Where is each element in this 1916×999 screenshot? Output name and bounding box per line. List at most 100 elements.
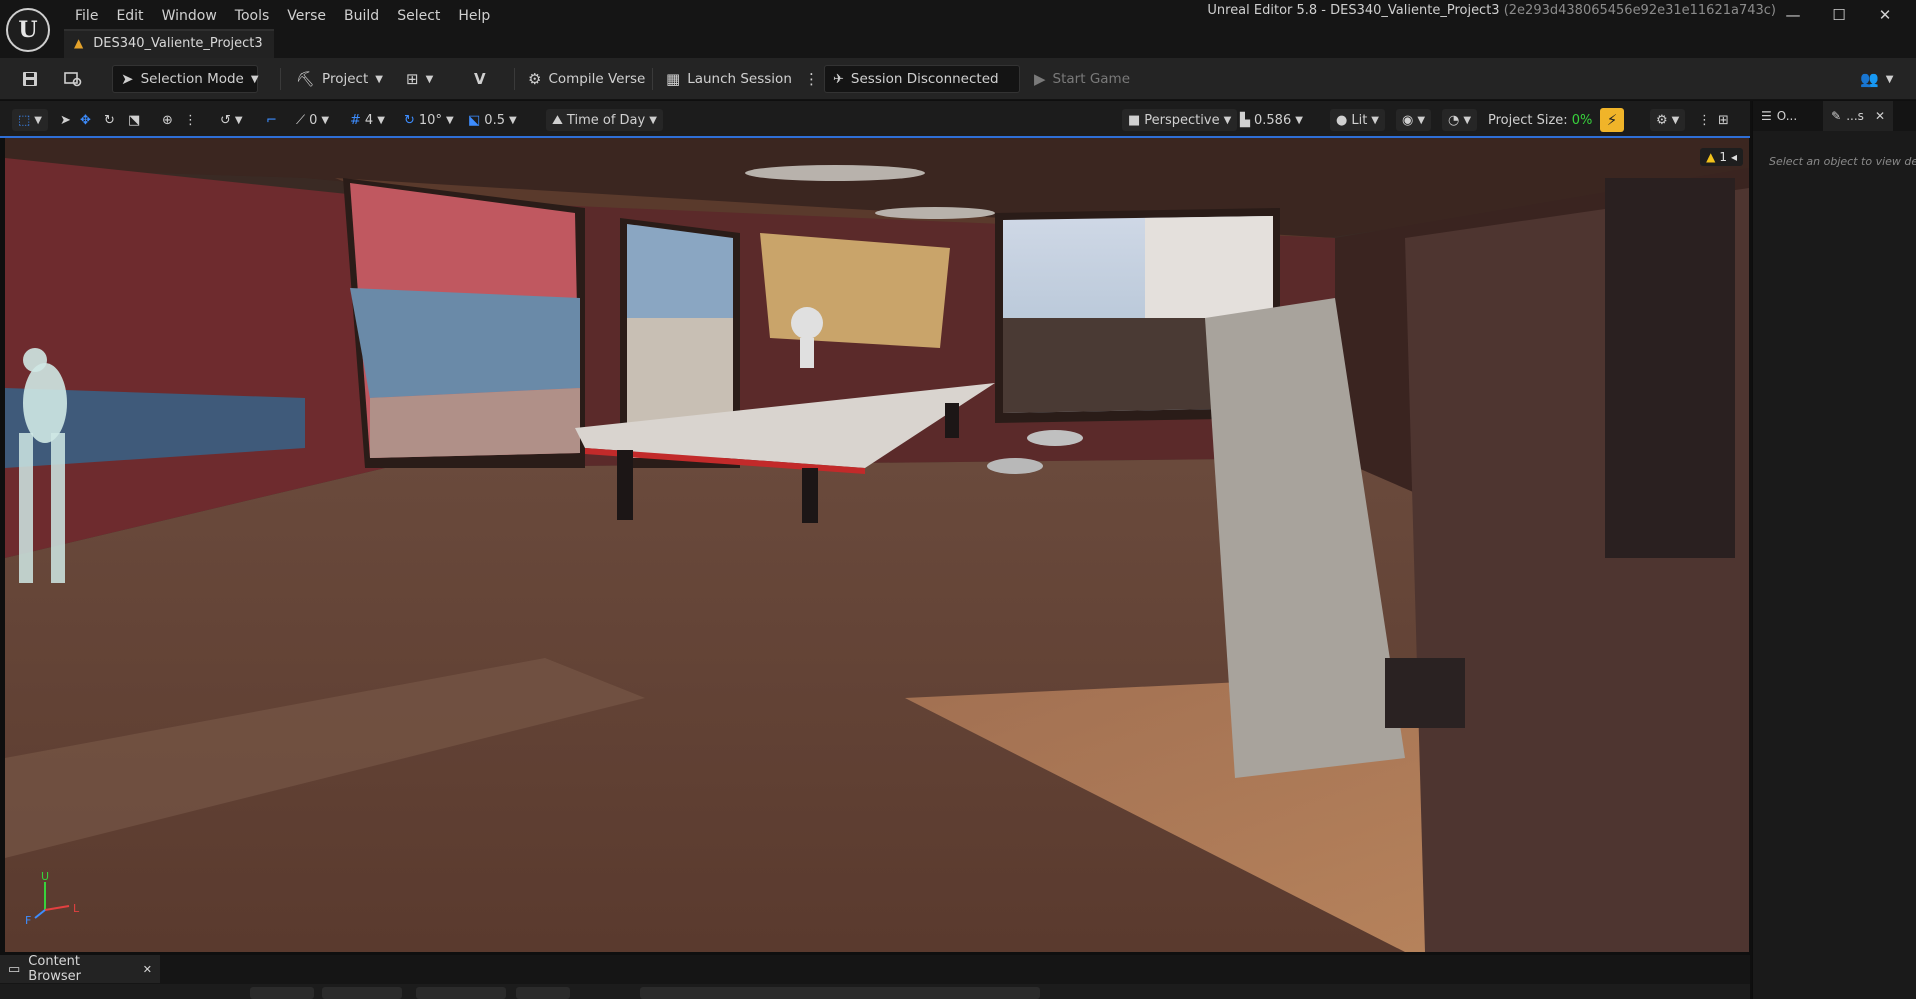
close-icon[interactable]: ✕ [1875, 109, 1885, 123]
show-dropdown[interactable]: ◉ ▼ [1396, 109, 1432, 131]
rotation-snap-icon: ⟋ [296, 112, 306, 128]
world-local-icon[interactable]: ⊕ [162, 109, 173, 131]
grid-icon: # [350, 112, 361, 128]
menu-build[interactable]: Build [335, 5, 388, 27]
menu-verse[interactable]: Verse [278, 5, 335, 27]
performance-dropdown[interactable]: ◔ ▼ [1442, 109, 1478, 131]
add-content-dropdown[interactable]: ⊞ ▼ [398, 65, 441, 93]
menu-file[interactable]: File [66, 5, 107, 27]
angle-snap-icon: ↻ [404, 112, 415, 128]
settings-button[interactable] [516, 987, 570, 999]
content-drawer-icon[interactable] [56, 65, 90, 93]
gear-icon: ⚙ [1656, 112, 1668, 128]
angle-snap-value: 10° [418, 112, 442, 128]
close-icon[interactable]: ✕ [143, 963, 152, 976]
verse-icon: V [474, 69, 486, 88]
menu-help[interactable]: Help [449, 5, 499, 27]
menu-select[interactable]: Select [388, 5, 449, 27]
realtime-toggle-icon[interactable]: ⚡ [1600, 108, 1624, 132]
close-button[interactable]: ✕ [1862, 4, 1908, 26]
chevron-down-icon: ▼ [1223, 114, 1232, 126]
start-game-button[interactable]: ▶ Start Game [1026, 65, 1138, 93]
project-tab[interactable]: ▲ DES340_Valiente_Project3 [64, 29, 274, 58]
view-mode-label: Lit [1351, 112, 1368, 128]
more-options-icon[interactable]: ⋮ [796, 65, 827, 93]
path-breadcrumb[interactable] [640, 987, 1040, 999]
details-tab-label: ...s [1846, 109, 1864, 123]
viewport-warning-badge[interactable]: ▲ 1 ◂ [1700, 148, 1743, 166]
surface-snap-dropdown[interactable]: ↺ ▼ [220, 109, 243, 131]
unreal-logo[interactable]: U [6, 8, 50, 52]
launch-session-button[interactable]: ▦ Launch Session [658, 65, 800, 93]
perspective-dropdown[interactable]: ■ Perspective ▼ [1122, 109, 1238, 131]
viewport-options-icon[interactable]: ⋮ [1698, 109, 1711, 131]
time-of-day-dropdown[interactable]: ⛰ Time of Day ▼ [546, 109, 663, 131]
menu-window[interactable]: Window [153, 5, 226, 27]
more-tools-icon[interactable]: ⋮ [184, 109, 197, 131]
multi-user-dropdown[interactable]: 👥 ▼ [1852, 65, 1901, 93]
save-all-button[interactable] [416, 987, 506, 999]
chevron-down-icon: ▼ [1671, 114, 1680, 126]
add-actor-icon: ⊞ [406, 69, 419, 88]
window-title: Unreal Editor 5.8 - DES340_Valiente_Proj… [1207, 3, 1776, 18]
compile-verse-button[interactable]: ⚙ Compile Verse [520, 65, 653, 93]
list-icon: ☰ [1761, 109, 1772, 123]
viewport-toolbar: ⬚ ▼ ➤ ✥ ↻ ⬔ ⊕ ⋮ ↺ ▼ ⌐ ⟋ 0 ▼ # 4 ▼ ↻ 10° … [0, 101, 1750, 138]
surface-snap-icon: ↺ [220, 112, 231, 128]
warning-count: 1 [1719, 150, 1727, 164]
menu-edit[interactable]: Edit [107, 5, 152, 27]
chevron-down-icon: ▼ [250, 73, 259, 85]
rotation-snap-dropdown[interactable]: ⟋ 0 ▼ [296, 109, 329, 131]
viewport-settings-dropdown[interactable]: ⚙ ▼ [1650, 109, 1686, 131]
grid-snap-value: 4 [364, 112, 374, 128]
disconnected-icon: ✈ [833, 71, 844, 87]
angle-snap-dropdown[interactable]: ↻ 10° ▼ [404, 109, 454, 131]
lit-sphere-icon: ● [1336, 112, 1348, 128]
project-icon: ⛏ [296, 69, 316, 88]
menu-bar: File Edit Window Tools Verse Build Selec… [66, 5, 499, 27]
view-mode-dropdown[interactable]: ● Lit ▼ [1330, 109, 1385, 131]
scale-icon[interactable]: ⬔ [128, 109, 140, 131]
chevron-down-icon: ▼ [649, 114, 657, 126]
translate-icon[interactable]: ✥ [80, 109, 91, 131]
grid-snap-dropdown[interactable]: # 4 ▼ [350, 109, 385, 131]
chevron-down-icon: ▼ [321, 114, 330, 126]
eye-icon: ◉ [1402, 112, 1414, 128]
save-icon[interactable] [14, 65, 46, 93]
verse-button[interactable]: V [466, 65, 494, 93]
camera-speed-dropdown[interactable]: ▙ 0.586 ▼ [1240, 109, 1303, 131]
scale-snap-dropdown[interactable]: ⬕ 0.5 ▼ [468, 109, 517, 131]
chevron-down-icon: ▼ [1295, 114, 1303, 126]
selection-mode-label: Selection Mode [140, 71, 244, 87]
chevron-down-icon: ▼ [445, 114, 454, 126]
outliner-tab[interactable]: ☰ O... [1753, 101, 1805, 131]
content-browser-tab[interactable]: ▭ Content Browser ✕ [0, 954, 160, 984]
project-dropdown[interactable]: ⛏ Project ▼ [288, 65, 391, 93]
layout-icon[interactable]: ⊞ [1718, 109, 1729, 131]
level-viewport[interactable]: ▲ 1 ◂ U F L [5, 138, 1749, 952]
window-controls: — ☐ ✕ [1770, 4, 1908, 26]
project-label: Project [322, 71, 369, 87]
project-size-label: Project Size: [1488, 112, 1568, 128]
selection-mode-dropdown[interactable]: ➤ Selection Mode ▼ [112, 65, 259, 93]
add-button[interactable] [250, 987, 314, 999]
chevron-down-icon: ▼ [1885, 73, 1894, 85]
menu-tools[interactable]: Tools [226, 5, 279, 27]
content-browser-panel: ▭ Content Browser ✕ [0, 954, 1750, 999]
session-status-label: Session Disconnected [850, 71, 999, 87]
drop-to-floor-icon[interactable]: ⌐ [266, 109, 277, 131]
session-status[interactable]: ✈ Session Disconnected [824, 65, 1020, 93]
viewport-scene [5, 138, 1749, 952]
time-of-day-label: Time of Day [566, 112, 646, 128]
camera-speed-icon: ▙ [1240, 112, 1250, 128]
select-tool-dropdown[interactable]: ⬚ ▼ [12, 109, 48, 131]
minimize-button[interactable]: — [1770, 4, 1816, 26]
select-mode-icon[interactable]: ➤ [60, 109, 71, 131]
scale-snap-value: 0.5 [484, 112, 505, 128]
rotate-icon[interactable]: ↻ [104, 109, 115, 131]
perspective-label: Perspective [1144, 112, 1220, 128]
import-button[interactable] [322, 987, 402, 999]
details-tab[interactable]: ✎ ...s ✕ [1823, 101, 1893, 131]
select-icon: ⬚ [18, 112, 31, 128]
maximize-button[interactable]: ☐ [1816, 4, 1862, 26]
